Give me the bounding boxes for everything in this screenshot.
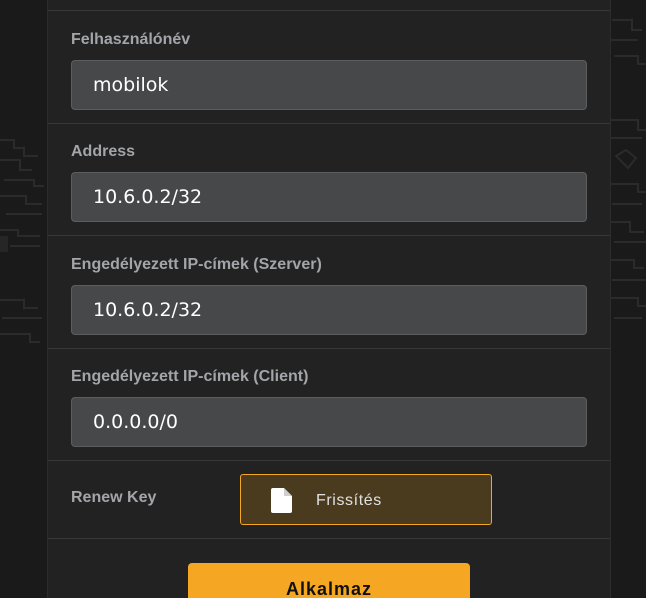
allowed-ips-server-row: Engedélyezett IP-címek (Szerver)	[48, 236, 610, 349]
allowed-ips-server-label: Engedélyezett IP-címek (Szerver)	[71, 256, 322, 273]
address-row: Address	[48, 124, 610, 236]
file-icon	[271, 488, 292, 513]
renew-key-label: Renew Key	[71, 489, 157, 506]
address-label: Address	[71, 143, 136, 160]
background-pattern-right	[608, 0, 646, 598]
address-input[interactable]	[71, 172, 587, 222]
form-panel: Felhasználónév Address Engedélyezett IP-…	[47, 0, 611, 598]
renew-key-button-label: Frissítés	[316, 492, 382, 509]
background-pattern-left	[0, 0, 48, 598]
renew-key-button[interactable]: Frissítés	[240, 474, 492, 525]
allowed-ips-server-input[interactable]	[71, 285, 587, 335]
username-input[interactable]	[71, 60, 587, 110]
allowed-ips-client-row: Engedélyezett IP-címek (Client)	[48, 349, 610, 461]
form-row-top	[48, 0, 610, 11]
allowed-ips-client-label: Engedélyezett IP-címek (Client)	[71, 368, 309, 385]
username-row: Felhasználónév	[48, 11, 610, 124]
username-label: Felhasználónév	[71, 31, 191, 48]
allowed-ips-client-input[interactable]	[71, 397, 587, 447]
apply-button[interactable]: Alkalmaz	[188, 563, 470, 598]
